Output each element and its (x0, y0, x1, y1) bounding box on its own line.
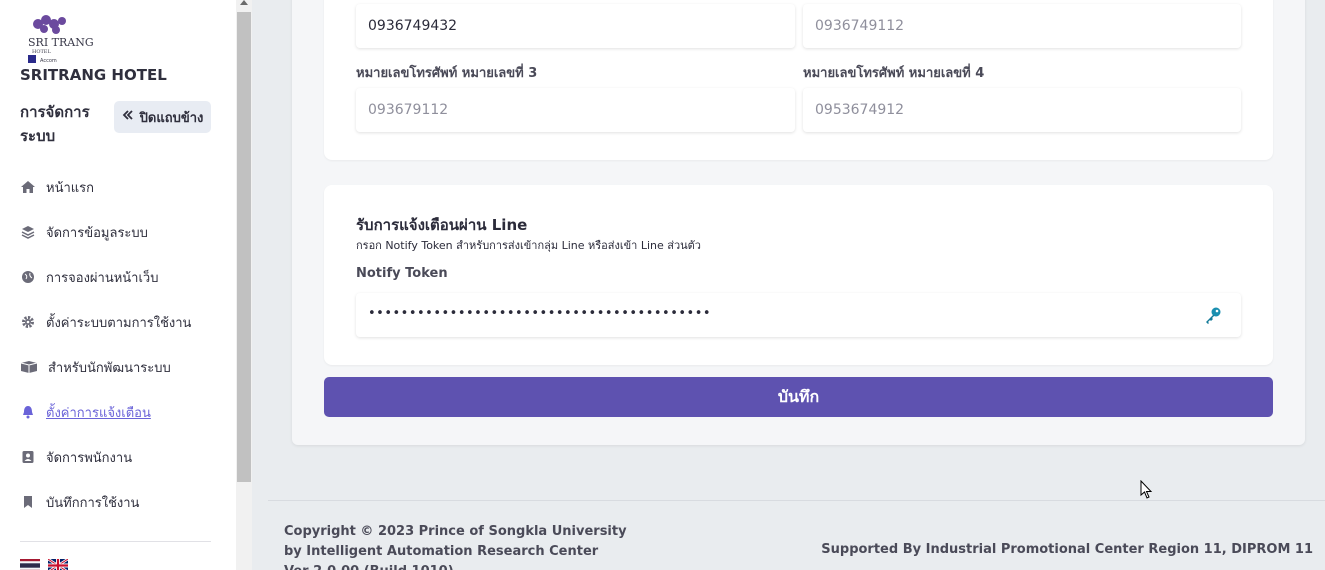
sidebar-item-label: จัดการข้อมูลระบบ (46, 225, 148, 241)
sidebar-item-home[interactable]: หน้าแรก (20, 175, 94, 199)
uk-flag-icon[interactable] (47, 557, 69, 570)
notify-token-input[interactable]: ••••••••••••••••••••••••••••••••••••••••… (356, 293, 1241, 337)
copyright-text: Copyright © 2023 Prince of Songkla Unive… (284, 524, 627, 539)
contact-icon (20, 449, 36, 465)
gear-icon (20, 314, 36, 330)
notify-token-label: Notify Token (356, 266, 448, 281)
sidebar: SRI TRANG HOTEL Accom SRITRANG HOTEL การ… (0, 0, 236, 570)
version-text: Ver 2.0.00 (Build 1010) (284, 562, 627, 570)
phone-4-input[interactable]: 0953674912 (803, 88, 1241, 132)
layers-icon (20, 224, 36, 240)
line-notify-title: รับการแจ้งเตือนผ่าน Line (356, 216, 528, 234)
phone-4-label: หมายเลขโทรศัพท์ หมายเลขที่ 4 (803, 66, 985, 81)
mouse-cursor-icon (1140, 479, 1154, 500)
sidebar-item-label: ตั้งค่าระบบตามการใช้งาน (46, 315, 192, 331)
sidebar-item-web-booking[interactable]: การจองผ่านหน้าเว็บ (20, 265, 158, 289)
double-chevron-left-icon (122, 109, 134, 125)
home-icon (20, 179, 36, 195)
phone-3-input[interactable]: 093679112 (356, 88, 795, 132)
sidebar-item-usage-settings[interactable]: ตั้งค่าระบบตามการใช้งาน (20, 310, 191, 334)
key-icon[interactable] (1203, 305, 1223, 325)
footer-supported-by: Supported By Industrial Promotional Cent… (821, 542, 1313, 557)
sidebar-item-staff[interactable]: จัดการพนักงาน (20, 445, 132, 469)
scrollbar-thumb[interactable] (237, 12, 251, 482)
logo-text-2: HOTEL (32, 49, 51, 55)
th-flag-icon[interactable] (20, 557, 40, 570)
bookmark-icon (20, 494, 36, 510)
sidebar-item-usage-log[interactable]: บันทึกการใช้งาน (20, 490, 139, 514)
system-title: การจัดการระบบ (20, 103, 90, 145)
bell-icon (20, 404, 36, 420)
sidebar-item-label: การจองผ่านหน้าเว็บ (46, 270, 159, 286)
line-notify-subtitle: กรอก Notify Token สำหรับการส่งเข้ากลุ่ม … (356, 239, 701, 252)
organization-text: by Intelligent Automation Research Cente… (284, 544, 599, 559)
collapse-sidebar-button[interactable]: ปิดแถบข้าง (114, 101, 211, 133)
hotel-logo: SRI TRANG HOTEL Accom (24, 14, 94, 64)
sidebar-item-label: ตั้งค่าการแจ้งเตือน (46, 405, 151, 421)
box-icon (20, 359, 38, 375)
sidebar-item-label: จัดการพนักงาน (46, 450, 133, 466)
footer-copyright: Copyright © 2023 Prince of Songkla Unive… (284, 522, 627, 570)
footer-divider (268, 500, 1325, 501)
logo-text-1: SRI TRANG (28, 36, 94, 49)
save-button[interactable]: บันทึก (324, 377, 1273, 417)
phone-3-label: หมายเลขโทรศัพท์ หมายเลขที่ 3 (356, 66, 538, 81)
logo-text-3: Accom (40, 58, 57, 64)
notify-token-value: ••••••••••••••••••••••••••••••••••••••••… (368, 306, 712, 321)
collapse-sidebar-label: ปิดแถบข้าง (139, 110, 204, 126)
sidebar-item-label: หน้าแรก (46, 180, 94, 196)
sidebar-item-data-management[interactable]: จัดการข้อมูลระบบ (20, 220, 148, 244)
sidebar-item-label: สำหรับนักพัฒนาระบบ (48, 360, 171, 376)
globe-icon (20, 269, 36, 285)
hotel-name: SRITRANG HOTEL (20, 66, 167, 84)
sidebar-item-notification-settings[interactable]: ตั้งค่าการแจ้งเตือน (20, 400, 151, 424)
phone-1-input[interactable]: 0936749432 (356, 4, 795, 48)
sidebar-item-developer[interactable]: สำหรับนักพัฒนาระบบ (20, 355, 171, 379)
phone-2-input[interactable]: 0936749112 (803, 4, 1241, 48)
sidebar-divider (20, 541, 211, 542)
sidebar-scrollbar[interactable] (236, 0, 252, 570)
scroll-up-arrow-icon[interactable] (240, 0, 248, 5)
line-notify-card (324, 185, 1273, 365)
sidebar-item-label: บันทึกการใช้งาน (46, 495, 140, 511)
